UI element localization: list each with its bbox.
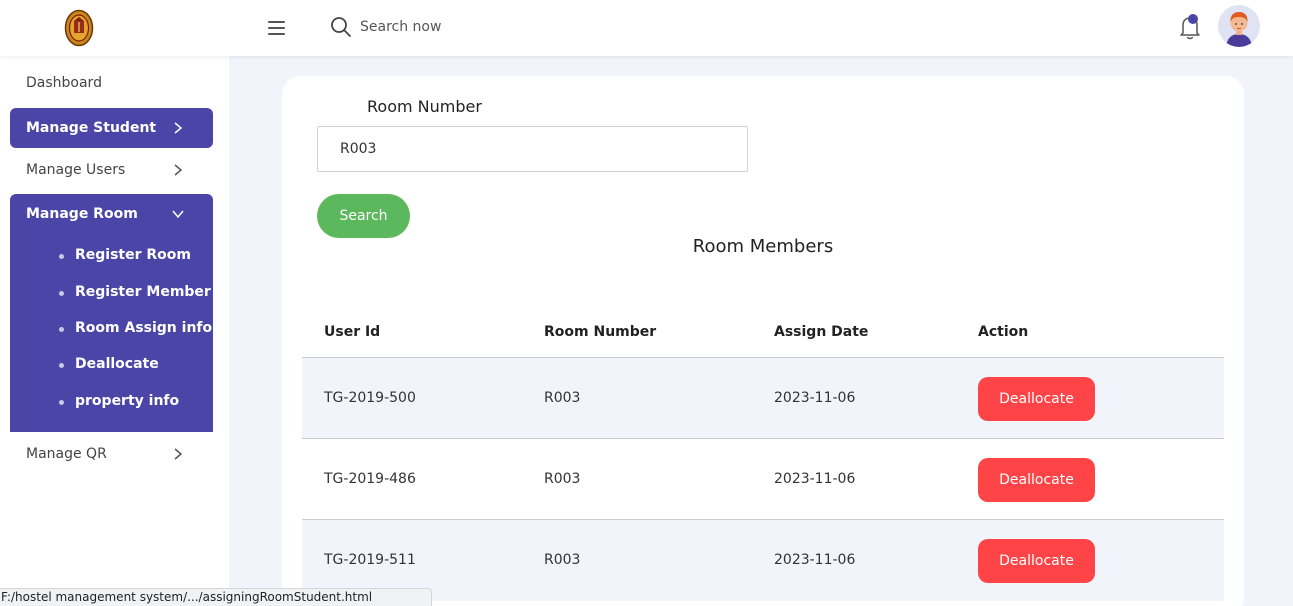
sidebar: Dashboard Manage Student Manage Users Ma… [0, 56, 229, 606]
table-row: TG-2019-500 R003 2023-11-06 Deallocate [302, 358, 1224, 439]
cell-assign-date: 2023-11-06 [774, 390, 856, 406]
sidebar-item-dashboard[interactable]: Dashboard [10, 63, 213, 103]
bullet [59, 254, 64, 259]
cell-user-id: TG-2019-500 [324, 390, 416, 406]
room-number-input[interactable] [317, 126, 748, 172]
chevron-right-icon [174, 122, 183, 134]
cell-room-number: R003 [544, 471, 581, 487]
bullet [59, 363, 64, 368]
sidebar-item-label: Manage Room [26, 206, 138, 222]
room-members-title: Room Members [692, 236, 834, 257]
deallocate-button[interactable]: Deallocate [978, 458, 1095, 502]
deallocate-button[interactable]: Deallocate [978, 377, 1095, 421]
manage-room-menu: Manage Room Register Room Register Membe… [10, 194, 213, 432]
cell-user-id: TG-2019-511 [324, 552, 416, 568]
sidebar-item-label: Manage Student [26, 120, 157, 136]
deallocate-button[interactable]: Deallocate [978, 539, 1095, 583]
sidebar-item-manage-users[interactable]: Manage Users [10, 150, 213, 190]
sidebar-item-manage-qr[interactable]: Manage QR [10, 434, 213, 474]
sidebar-item-label: Manage Users [26, 162, 126, 178]
submenu-item-room-assign-info[interactable]: Room Assign info [75, 320, 212, 336]
submenu-item-property-info[interactable]: property info [75, 393, 179, 409]
university-crest-icon[interactable] [64, 9, 94, 47]
column-header-action: Action [978, 324, 1029, 340]
chevron-right-icon [174, 448, 183, 460]
room-number-label: Room Number [367, 97, 482, 116]
global-search-input[interactable] [360, 16, 640, 38]
table-row: TG-2019-511 R003 2023-11-06 Deallocate [302, 520, 1224, 601]
column-header-room-number: Room Number [544, 324, 657, 340]
cell-user-id: TG-2019-486 [324, 471, 416, 487]
submenu-item-deallocate[interactable]: Deallocate [75, 356, 159, 372]
browser-status-bar: F:/hostel management system/.../assignin… [0, 588, 432, 606]
column-header-assign-date: Assign Date [774, 324, 869, 340]
chevron-right-icon [174, 164, 183, 176]
search-icon [331, 17, 351, 37]
cell-room-number: R003 [544, 552, 581, 568]
bullet [59, 400, 64, 405]
submenu-item-register-room[interactable]: Register Room [75, 247, 191, 263]
bullet [59, 327, 64, 332]
sidebar-item-label: Dashboard [26, 75, 102, 91]
user-avatar[interactable] [1218, 5, 1260, 47]
notification-dot [1188, 14, 1198, 24]
sidebar-item-label: Manage QR [26, 446, 107, 462]
cell-assign-date: 2023-11-06 [774, 552, 856, 568]
column-header-user-id: User Id [324, 324, 381, 340]
search-button[interactable]: Search [317, 194, 410, 238]
top-bar [0, 0, 1293, 56]
bullet [59, 291, 64, 296]
table-header: User Id Room Number Assign Date Action [302, 306, 1224, 358]
cell-assign-date: 2023-11-06 [774, 471, 856, 487]
table-row: TG-2019-486 R003 2023-11-06 Deallocate [302, 439, 1224, 520]
cell-room-number: R003 [544, 390, 581, 406]
submenu-item-register-member[interactable]: Register Member [75, 284, 211, 300]
chevron-down-icon [172, 210, 184, 219]
room-members-table: User Id Room Number Assign Date Action T… [302, 306, 1224, 601]
sidebar-item-manage-room[interactable]: Manage Room [10, 194, 213, 234]
hamburger-icon[interactable] [266, 18, 288, 38]
sidebar-item-manage-student[interactable]: Manage Student [10, 108, 213, 148]
